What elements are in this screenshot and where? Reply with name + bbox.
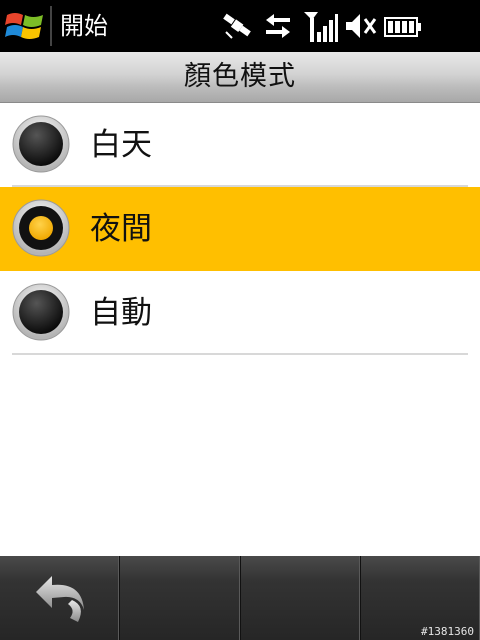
- gps-satellite-icon[interactable]: [220, 10, 256, 42]
- softkey-back[interactable]: [0, 556, 120, 640]
- option-auto[interactable]: 自動: [0, 271, 480, 355]
- page-title: 顏色模式: [184, 61, 296, 92]
- signal-strength-icon[interactable]: [302, 10, 338, 42]
- data-transfer-icon[interactable]: [262, 10, 294, 42]
- option-night[interactable]: 夜間: [0, 187, 480, 271]
- title-bar: 顏色模式: [0, 52, 480, 103]
- divider: [12, 353, 468, 355]
- back-arrow-icon[interactable]: [28, 570, 90, 626]
- watermark-text: #1381360: [421, 625, 474, 638]
- status-divider: [50, 6, 52, 46]
- option-label-day: 白天: [90, 127, 152, 163]
- option-label-auto: 自動: [90, 295, 152, 331]
- softkey-3[interactable]: [239, 556, 360, 640]
- option-label-night: 夜間: [90, 211, 152, 247]
- option-day[interactable]: 白天: [0, 103, 480, 187]
- softkey-2[interactable]: [119, 556, 240, 640]
- windows-logo-icon[interactable]: [4, 8, 46, 44]
- battery-icon[interactable]: [384, 10, 422, 42]
- start-menu-label[interactable]: 開始: [60, 11, 108, 41]
- speaker-muted-icon[interactable]: [344, 10, 378, 42]
- radio-button-unselected-icon[interactable]: [12, 283, 70, 341]
- radio-button-unselected-icon[interactable]: [12, 115, 70, 173]
- color-mode-options: 白天 夜間 自動: [0, 103, 480, 355]
- softkey-bar: #1381360: [0, 556, 480, 640]
- status-bar: 開始: [0, 0, 480, 52]
- radio-button-selected-icon[interactable]: [12, 199, 70, 257]
